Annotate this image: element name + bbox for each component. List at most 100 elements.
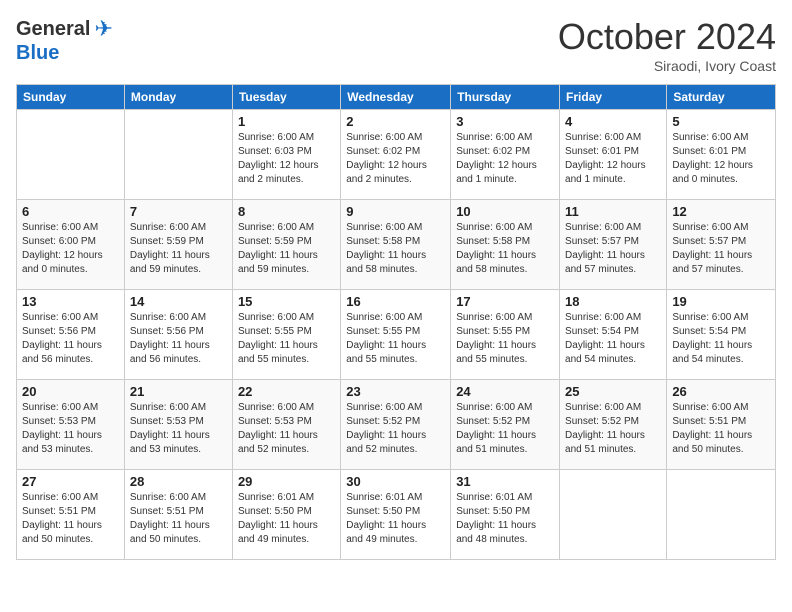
day-number: 20 bbox=[22, 384, 119, 399]
calendar-cell: 8Sunrise: 6:00 AMSunset: 5:59 PMDaylight… bbox=[232, 200, 340, 290]
calendar-cell: 24 Sunrise: 6:00 AMSunset: 5:52 PMDayligh… bbox=[451, 380, 560, 470]
day-info: Sunrise: 6:00 AMSunset: 5:56 PMDaylight:… bbox=[130, 311, 227, 367]
day-info: Sunrise: 6:00 AMSunset: 5:59 PMDaylight:… bbox=[238, 221, 335, 277]
day-info: Sunrise: 6:00 AMSunset: 6:00 PMDaylight:… bbox=[22, 221, 119, 277]
calendar-cell: 26 Sunrise: 6:00 AMSunset: 5:51 PMDayligh… bbox=[667, 380, 776, 470]
day-info: Sunrise: 6:01 AMSunset: 5:50 PMDaylight:… bbox=[346, 491, 445, 547]
day-number: 30 bbox=[346, 474, 445, 489]
calendar-week-5: 27 Sunrise: 6:00 AMSunset: 5:51 PMDayligh… bbox=[17, 470, 776, 560]
weekday-header-thursday: Thursday bbox=[451, 85, 560, 110]
calendar-week-2: 6 Sunrise: 6:00 AMSunset: 6:00 PMDaylight… bbox=[17, 200, 776, 290]
day-number: 27 bbox=[22, 474, 119, 489]
calendar-cell: 30 Sunrise: 6:01 AMSunset: 5:50 PMDayligh… bbox=[341, 470, 451, 560]
day-info: Sunrise: 6:00 AMSunset: 5:51 PMDaylight:… bbox=[672, 401, 770, 457]
day-info: Sunrise: 6:00 AMSunset: 5:55 PMDaylight:… bbox=[238, 311, 335, 367]
calendar-cell: 31 Sunrise: 6:01 AMSunset: 5:50 PMDayligh… bbox=[451, 470, 560, 560]
weekday-header-tuesday: Tuesday bbox=[232, 85, 340, 110]
calendar-week-3: 13 Sunrise: 6:00 AMSunset: 5:56 PMDayligh… bbox=[17, 290, 776, 380]
day-info: Sunrise: 6:00 AMSunset: 5:51 PMDaylight:… bbox=[22, 491, 119, 547]
calendar-cell: 27 Sunrise: 6:00 AMSunset: 5:51 PMDayligh… bbox=[17, 470, 125, 560]
calendar-cell: 6 Sunrise: 6:00 AMSunset: 6:00 PMDaylight… bbox=[17, 200, 125, 290]
day-number: 15 bbox=[238, 294, 335, 309]
day-info: Sunrise: 6:00 AMSunset: 5:52 PMDaylight:… bbox=[346, 401, 445, 457]
day-number: 29 bbox=[238, 474, 335, 489]
day-number: 14 bbox=[130, 294, 227, 309]
day-info: Sunrise: 6:00 AMSunset: 6:01 PMDaylight:… bbox=[672, 131, 770, 187]
page-header: General ✈ Blue October 2024 Siraodi, Ivo… bbox=[16, 16, 776, 74]
calendar-body: 1 Sunrise: 6:00 AMSunset: 6:03 PMDaylight… bbox=[17, 110, 776, 560]
day-number: 5 bbox=[672, 114, 770, 129]
day-info: Sunrise: 6:00 AMSunset: 5:53 PMDaylight:… bbox=[238, 401, 335, 457]
day-number: 11 bbox=[565, 204, 661, 219]
logo-general-text: General bbox=[16, 18, 90, 41]
calendar-cell: 16 Sunrise: 6:00 AMSunset: 5:55 PMDayligh… bbox=[341, 290, 451, 380]
calendar-table: SundayMondayTuesdayWednesdayThursdayFrid… bbox=[16, 84, 776, 560]
calendar-cell: 18Sunrise: 6:00 AMSunset: 5:54 PMDayligh… bbox=[560, 290, 667, 380]
day-number: 23 bbox=[346, 384, 445, 399]
weekday-header-monday: Monday bbox=[124, 85, 232, 110]
calendar-cell: 4 Sunrise: 6:00 AMSunset: 6:01 PMDaylight… bbox=[560, 110, 667, 200]
day-info: Sunrise: 6:00 AMSunset: 5:56 PMDaylight:… bbox=[22, 311, 119, 367]
day-number: 9 bbox=[346, 204, 445, 219]
day-number: 21 bbox=[130, 384, 227, 399]
calendar-cell: 23 Sunrise: 6:00 AMSunset: 5:52 PMDayligh… bbox=[341, 380, 451, 470]
logo: General ✈ Blue bbox=[16, 16, 113, 65]
weekday-header-sunday: Sunday bbox=[17, 85, 125, 110]
calendar-cell: 5 Sunrise: 6:00 AMSunset: 6:01 PMDaylight… bbox=[667, 110, 776, 200]
day-info: Sunrise: 6:00 AMSunset: 5:53 PMDaylight:… bbox=[130, 401, 227, 457]
day-number: 19 bbox=[672, 294, 770, 309]
day-number: 24 bbox=[456, 384, 554, 399]
calendar-cell: 11Sunrise: 6:00 AMSunset: 5:57 PMDayligh… bbox=[560, 200, 667, 290]
calendar-cell: 2Sunrise: 6:00 AMSunset: 6:02 PMDaylight… bbox=[341, 110, 451, 200]
day-number: 26 bbox=[672, 384, 770, 399]
day-number: 17 bbox=[456, 294, 554, 309]
day-info: Sunrise: 6:00 AMSunset: 5:54 PMDaylight:… bbox=[672, 311, 770, 367]
day-info: Sunrise: 6:00 AMSunset: 5:52 PMDaylight:… bbox=[565, 401, 661, 457]
day-number: 2 bbox=[346, 114, 445, 129]
day-info: Sunrise: 6:00 AMSunset: 6:02 PMDaylight:… bbox=[456, 131, 554, 187]
day-number: 10 bbox=[456, 204, 554, 219]
title-section: October 2024 Siraodi, Ivory Coast bbox=[558, 16, 776, 74]
day-number: 6 bbox=[22, 204, 119, 219]
calendar-week-4: 20 Sunrise: 6:00 AMSunset: 5:53 PMDayligh… bbox=[17, 380, 776, 470]
calendar-cell: 7 Sunrise: 6:00 AMSunset: 5:59 PMDaylight… bbox=[124, 200, 232, 290]
calendar-cell: 22 Sunrise: 6:00 AMSunset: 5:53 PMDayligh… bbox=[232, 380, 340, 470]
day-number: 28 bbox=[130, 474, 227, 489]
day-info: Sunrise: 6:00 AMSunset: 5:52 PMDaylight:… bbox=[456, 401, 554, 457]
calendar-cell: 15 Sunrise: 6:00 AMSunset: 5:55 PMDayligh… bbox=[232, 290, 340, 380]
day-info: Sunrise: 6:00 AMSunset: 6:03 PMDaylight:… bbox=[238, 131, 335, 187]
day-number: 7 bbox=[130, 204, 227, 219]
day-number: 3 bbox=[456, 114, 554, 129]
day-number: 22 bbox=[238, 384, 335, 399]
calendar-cell: 9Sunrise: 6:00 AMSunset: 5:58 PMDaylight… bbox=[341, 200, 451, 290]
month-title: October 2024 bbox=[558, 16, 776, 58]
day-info: Sunrise: 6:01 AMSunset: 5:50 PMDaylight:… bbox=[238, 491, 335, 547]
calendar-cell bbox=[560, 470, 667, 560]
day-info: Sunrise: 6:01 AMSunset: 5:50 PMDaylight:… bbox=[456, 491, 554, 547]
calendar-cell: 29 Sunrise: 6:01 AMSunset: 5:50 PMDayligh… bbox=[232, 470, 340, 560]
day-number: 31 bbox=[456, 474, 554, 489]
calendar-cell: 13 Sunrise: 6:00 AMSunset: 5:56 PMDayligh… bbox=[17, 290, 125, 380]
calendar-cell: 14 Sunrise: 6:00 AMSunset: 5:56 PMDayligh… bbox=[124, 290, 232, 380]
calendar-cell: 1 Sunrise: 6:00 AMSunset: 6:03 PMDaylight… bbox=[232, 110, 340, 200]
calendar-cell: 10 Sunrise: 6:00 AMSunset: 5:58 PMDayligh… bbox=[451, 200, 560, 290]
calendar-cell: 19 Sunrise: 6:00 AMSunset: 5:54 PMDayligh… bbox=[667, 290, 776, 380]
day-number: 4 bbox=[565, 114, 661, 129]
day-info: Sunrise: 6:00 AMSunset: 5:55 PMDaylight:… bbox=[346, 311, 445, 367]
day-number: 13 bbox=[22, 294, 119, 309]
day-number: 18 bbox=[565, 294, 661, 309]
calendar-cell: 28Sunrise: 6:00 AMSunset: 5:51 PMDayligh… bbox=[124, 470, 232, 560]
day-number: 16 bbox=[346, 294, 445, 309]
day-info: Sunrise: 6:00 AMSunset: 5:59 PMDaylight:… bbox=[130, 221, 227, 277]
calendar-cell bbox=[17, 110, 125, 200]
day-number: 25 bbox=[565, 384, 661, 399]
day-number: 1 bbox=[238, 114, 335, 129]
calendar-week-1: 1 Sunrise: 6:00 AMSunset: 6:03 PMDaylight… bbox=[17, 110, 776, 200]
calendar-cell: 25 Sunrise: 6:00 AMSunset: 5:52 PMDayligh… bbox=[560, 380, 667, 470]
day-info: Sunrise: 6:00 AMSunset: 6:01 PMDaylight:… bbox=[565, 131, 661, 187]
calendar-cell bbox=[667, 470, 776, 560]
calendar-cell: 21 Sunrise: 6:00 AMSunset: 5:53 PMDayligh… bbox=[124, 380, 232, 470]
day-info: Sunrise: 6:00 AMSunset: 5:57 PMDaylight:… bbox=[672, 221, 770, 277]
calendar-cell: 3 Sunrise: 6:00 AMSunset: 6:02 PMDaylight… bbox=[451, 110, 560, 200]
day-info: Sunrise: 6:00 AMSunset: 5:58 PMDaylight:… bbox=[456, 221, 554, 277]
